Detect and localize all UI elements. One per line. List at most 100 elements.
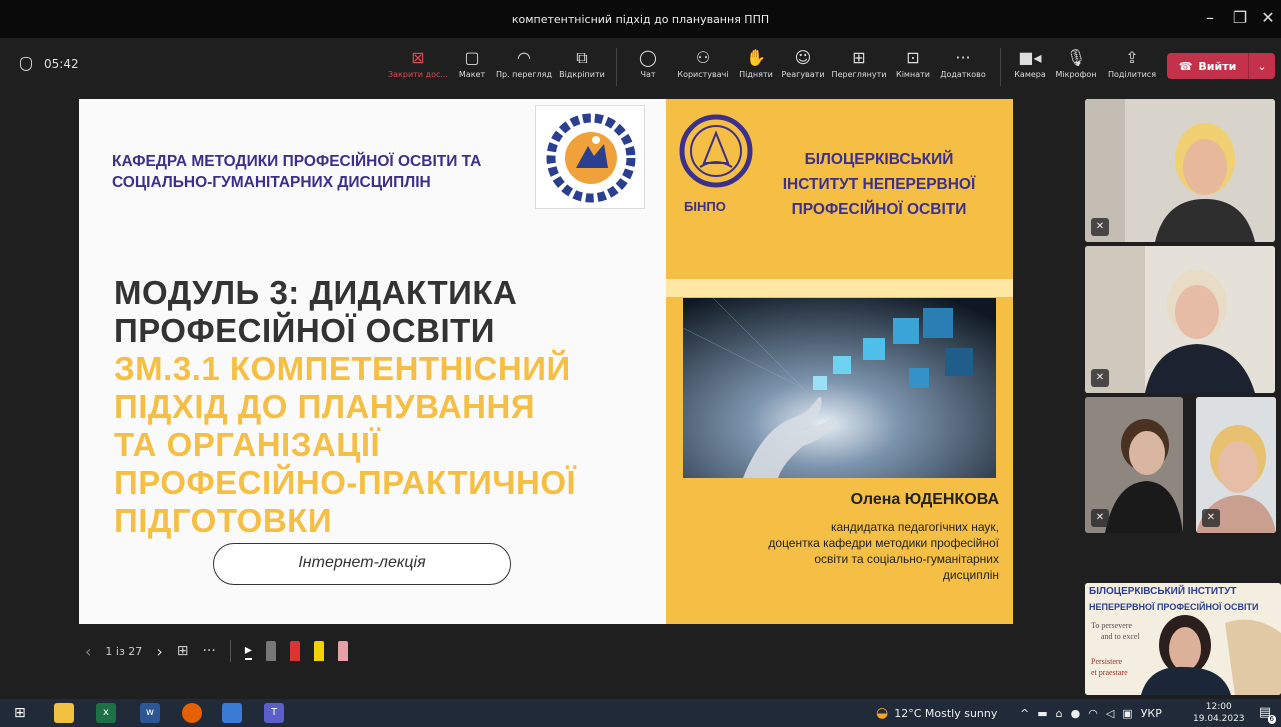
toolbar-divider: [616, 48, 617, 86]
meeting-timer: 05:42: [20, 57, 79, 71]
weather-icon: ◒: [876, 705, 889, 721]
clock-time: 12:00: [1205, 702, 1232, 712]
slide-controls: ‹ 1 із 27 › ⊞ ··· ▸: [85, 635, 348, 667]
firefox-icon[interactable]: [182, 703, 202, 723]
file-explorer-icon[interactable]: [54, 703, 74, 723]
teams-window: компетентнісний підхід до планування ППП…: [0, 0, 1281, 727]
thumb-title-1: БІЛОЦЕРКІВСЬКИЙ ІНСТИТУТ: [1089, 586, 1237, 597]
muted-mic-icon: ✕: [1091, 369, 1109, 387]
shield-icon: [20, 57, 32, 71]
raise-hand-icon: ✋: [746, 48, 766, 67]
rooms-icon: ⊡: [906, 48, 920, 67]
people-button[interactable]: ⚇ Користувачі: [672, 46, 734, 90]
title-bar: компетентнісний підхід до планування ППП…: [0, 0, 1281, 38]
chevron-up-icon[interactable]: ^: [1020, 707, 1029, 720]
tray-app-icon[interactable]: ▬: [1037, 707, 1047, 720]
layout-button[interactable]: ▢ Макет: [452, 46, 492, 90]
weather-widget[interactable]: ◒ 12°C Mostly sunny: [876, 699, 997, 727]
author-name: Олена ЮДЕНКОВА: [850, 491, 999, 508]
excel-icon[interactable]: x: [96, 703, 116, 723]
raise-hand-button[interactable]: ✋ Підняти: [736, 46, 776, 90]
system-tray: ^ ▬ ⌂ ● ◠ ◁ ▣ УКР: [1020, 699, 1162, 727]
leave-button[interactable]: ☎ Вийти ⌄: [1167, 53, 1275, 79]
thumb-note-2: and to excel: [1101, 632, 1140, 641]
wifi-icon[interactable]: ◠: [1088, 707, 1098, 720]
microphone-button[interactable]: 🎙 Мікрофон: [1052, 46, 1100, 90]
module-line-1: МОДУЛЬ 3: ДИДАКТИКА: [114, 274, 518, 311]
laser-pointer-icon[interactable]: ▸: [244, 642, 252, 660]
page-indicator: 1 із 27: [105, 644, 143, 658]
eraser-icon[interactable]: [337, 641, 348, 661]
microphone-icon: 🎙: [1065, 48, 1087, 67]
start-button[interactable]: ⊞: [14, 703, 34, 723]
rooms-button[interactable]: ⊡ Кімнати: [892, 46, 934, 90]
phone-icon: ☎: [1178, 59, 1193, 73]
grid-view-icon[interactable]: ⊞: [177, 643, 189, 659]
author-position-3: освіти та соціально-гуманітарних: [814, 552, 999, 566]
topic-line-4: ПРОФЕСІЙНО-ПРАКТИЧНОЇ: [114, 464, 577, 501]
teams-icon[interactable]: T: [264, 703, 284, 723]
presenter-view-button[interactable]: ◠ Пр. перегляд: [494, 46, 554, 90]
minimize-button[interactable]: –: [1196, 6, 1224, 30]
language-indicator[interactable]: УКР: [1141, 707, 1162, 720]
institute-abbr: БІНПО: [684, 199, 726, 214]
camera-button[interactable]: ■◂ Камера: [1010, 46, 1050, 90]
meeting-toolbar: 05:42 ⊠ Закрити дос... ▢ Макет ◠ Пр. пер…: [0, 38, 1281, 96]
stop-sharing-button[interactable]: ⊠ Закрити дос...: [388, 46, 448, 90]
module-title: МОДУЛЬ 3: ДИДАКТИКА ПРОФЕСІЙНОЇ ОСВІТИ З…: [114, 274, 659, 540]
chat-button[interactable]: ◯ Чат: [630, 46, 666, 90]
controls-divider: [229, 640, 231, 662]
popout-button[interactable]: ⧉ Відкріпити: [556, 46, 608, 90]
view-icon: ◠: [517, 48, 531, 67]
more-button[interactable]: ··· Додатково: [936, 46, 990, 90]
previous-slide-button[interactable]: ‹: [85, 642, 91, 661]
photos-icon[interactable]: [222, 703, 242, 723]
close-share-icon: ⊠: [411, 48, 425, 67]
more-options-icon[interactable]: ···: [202, 643, 215, 659]
share-button[interactable]: ⇪ Поділитися: [1104, 46, 1160, 90]
thumb-note-3: Persistere: [1091, 657, 1123, 666]
view-button[interactable]: ⊞ Переглянути: [830, 46, 888, 90]
notifications-icon[interactable]: ▤ 6: [1256, 704, 1276, 724]
participant-tile-3[interactable]: ✕: [1085, 397, 1183, 533]
pen-red-icon[interactable]: [289, 641, 300, 661]
word-icon[interactable]: w: [140, 703, 160, 723]
weather-text: 12°C Mostly sunny: [894, 706, 998, 720]
hand-cubes-image: [683, 298, 996, 478]
next-slide-button[interactable]: ›: [156, 642, 162, 661]
shared-screen-thumbnail[interactable]: БІЛОЦЕРКІВСЬКИЙ ІНСТИТУТ НЕПЕРЕРВНОЇ ПРО…: [1085, 583, 1281, 695]
participant-tile-4[interactable]: ✕: [1196, 397, 1276, 533]
people-icon: ⚇: [695, 48, 711, 67]
network-icon[interactable]: ⌂: [1056, 707, 1063, 720]
windows-taskbar: ⊞ x w T ◒ 12°C Mostly sunny ^ ▬ ⌂ ● ◠ ◁ …: [0, 699, 1281, 727]
participant-tile-2[interactable]: ✕: [1085, 246, 1275, 393]
timer-text: 05:42: [44, 57, 79, 71]
clock[interactable]: 12:00 19.04.2023: [1193, 701, 1245, 725]
chat-icon: ◯: [639, 48, 657, 67]
volume-icon[interactable]: ◁: [1106, 707, 1114, 720]
institute-title: БІЛОЦЕРКІВСЬКИЙ ІНСТИТУТ НЕПЕРЕРВНОЇ ПРО…: [782, 151, 976, 218]
decor-band: [666, 279, 1013, 297]
react-icon: ☺: [794, 48, 812, 67]
react-button[interactable]: ☺ Реагувати: [778, 46, 828, 90]
muted-mic-icon: ✕: [1091, 218, 1109, 236]
topic-line-3: ТА ОРГАНІЗАЦІЇ: [114, 426, 381, 463]
keyboard-icon[interactable]: ▣: [1122, 707, 1132, 720]
thumb-note-4: et praestare: [1091, 668, 1128, 677]
author-position-1: кандидатка педагогічних наук,: [830, 520, 999, 534]
share-icon: ⇪: [1125, 48, 1139, 67]
mic-tray-icon[interactable]: ●: [1071, 707, 1081, 720]
thumb-title-2: НЕПЕРЕРВНОЇ ПРОФЕСІЙНОЇ ОСВІТИ: [1089, 602, 1259, 612]
chevron-down-icon[interactable]: ⌄: [1249, 60, 1275, 73]
leave-main[interactable]: ☎ Вийти: [1167, 60, 1248, 73]
pen-gray-icon[interactable]: [265, 641, 276, 661]
department-title: КАФЕДРА МЕТОДИКИ ПРОФЕСІЙНОЇ ОСВІТИ ТА С…: [112, 153, 482, 191]
clock-date: 19.04.2023: [1193, 714, 1245, 724]
participant-tile-1[interactable]: ✕: [1085, 99, 1275, 242]
view-grid-icon: ⊞: [852, 48, 866, 67]
maximize-button[interactable]: ❐: [1226, 6, 1254, 30]
close-button[interactable]: ✕: [1254, 6, 1281, 30]
highlighter-icon[interactable]: [313, 641, 324, 661]
layout-icon: ▢: [464, 48, 480, 67]
shared-slide: КАФЕДРА МЕТОДИКИ ПРОФЕСІЙНОЇ ОСВІТИ ТА С…: [79, 99, 1013, 624]
